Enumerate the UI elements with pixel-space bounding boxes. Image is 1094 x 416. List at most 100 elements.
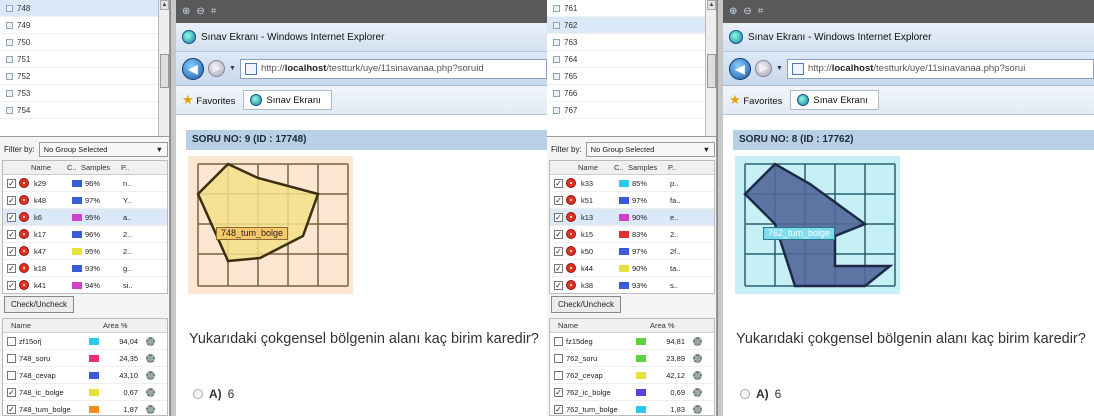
column-header-name[interactable]: Name [3,321,83,330]
gear-icon[interactable] [146,336,155,346]
column-header-area[interactable]: Area % [103,321,128,330]
list-item[interactable]: 749 [0,17,169,34]
area-row[interactable]: zf15orj 94,04 [3,333,167,350]
column-header-c[interactable]: C.. [614,163,628,172]
area-row[interactable]: ✓ 762_ic_bolge 0,69 [550,384,714,401]
group-checkbox[interactable]: ✓ [7,246,16,256]
column-header-name[interactable]: Name [578,163,614,172]
option-a-radio[interactable] [193,389,203,399]
group-row[interactable]: ✓ k6 95% a.. [3,209,167,226]
group-row[interactable]: ✓ k48 97% Y.. [3,192,167,209]
back-button[interactable]: ◀ [729,57,751,80]
column-header-p[interactable]: P.. [121,163,141,172]
group-checkbox[interactable]: ✓ [7,195,16,205]
list-item[interactable]: 761 [547,0,716,17]
group-row[interactable]: ✓ k13 90% e.. [550,209,714,226]
group-filter-dropdown[interactable]: No Group Selected ▼ [585,141,715,157]
scroll-up-icon[interactable]: ▲ [707,0,716,10]
group-checkbox[interactable]: ✓ [7,229,16,239]
group-checkbox[interactable]: ✓ [554,212,563,222]
area-row[interactable]: ✓ 748_tum_bolge 1,87 [3,401,167,415]
forward-button[interactable]: ▶ [755,60,772,77]
group-row[interactable]: ✓ k38 93% s.. [550,277,714,293]
check-uncheck-button[interactable]: Check/Uncheck [4,296,75,313]
option-a[interactable]: A) 6 [193,387,234,401]
area-checkbox[interactable] [554,370,563,380]
item-list-scrollbar[interactable]: ▲ [705,0,716,136]
gear-icon[interactable] [146,370,155,380]
group-filter-dropdown[interactable]: No Group Selected ▼ [38,141,168,157]
group-checkbox[interactable]: ✓ [7,178,16,188]
area-checkbox[interactable]: ✓ [7,404,16,414]
history-dropdown-icon[interactable]: ▼ [229,65,236,72]
group-row[interactable]: ✓ k29 96% n.. [3,175,167,192]
gear-icon[interactable] [693,336,702,346]
gear-icon[interactable] [146,387,155,397]
group-row[interactable]: ✓ k50 97% 2f.. [550,243,714,260]
area-row[interactable]: 748_cevap 43,10 [3,367,167,384]
group-checkbox[interactable]: ✓ [7,263,16,273]
column-header-name[interactable]: Name [31,163,67,172]
area-row[interactable]: ✓ 762_tum_bolge 1,83 [550,401,714,415]
column-header-area[interactable]: Area % [650,321,675,330]
group-row[interactable]: ✓ k17 96% 2.. [3,226,167,243]
list-item[interactable]: 767 [547,102,716,119]
list-item[interactable]: 748 [0,0,169,17]
favorites-button[interactable]: ★ Favorites [729,92,782,108]
area-checkbox[interactable]: ✓ [554,387,563,397]
zoom-in-icon[interactable]: ⊕ [729,6,737,17]
area-row[interactable]: fz15deg 94,81 [550,333,714,350]
column-header-samples[interactable]: Samples [81,163,121,172]
history-dropdown-icon[interactable]: ▼ [776,65,783,72]
group-row[interactable]: ✓ k15 83% 2.. [550,226,714,243]
option-a-radio[interactable] [740,389,750,399]
tab-sinav-ekrani[interactable]: Sınav Ekranı [243,90,332,110]
gear-icon[interactable] [693,353,702,363]
list-item[interactable]: 753 [0,85,169,102]
check-uncheck-button[interactable]: Check/Uncheck [551,296,622,313]
list-item[interactable]: 750 [0,34,169,51]
group-row[interactable]: ✓ k47 95% 2.. [3,243,167,260]
area-checkbox[interactable]: ✓ [7,387,16,397]
url-field[interactable]: http://localhost/testturk/uye/11sinavana… [239,58,547,79]
gear-icon[interactable] [693,370,702,380]
area-row[interactable]: ✓ 748_ic_bolge 0,67 [3,384,167,401]
area-checkbox[interactable] [554,353,563,363]
zoom-out-icon[interactable]: ⊖ [196,6,204,17]
group-checkbox[interactable]: ✓ [554,178,563,188]
area-checkbox[interactable] [7,353,16,363]
scroll-thumb[interactable] [707,54,716,88]
list-item[interactable]: 764 [547,51,716,68]
fit-icon[interactable]: ⌗ [758,6,764,17]
list-item[interactable]: 754 [0,102,169,119]
list-item[interactable]: 751 [0,51,169,68]
group-row[interactable]: ✓ k44 90% ta.. [550,260,714,277]
fit-icon[interactable]: ⌗ [211,6,217,17]
column-header-c[interactable]: C.. [67,163,81,172]
tab-sinav-ekrani[interactable]: Sınav Ekranı [790,90,879,110]
list-item[interactable]: 766 [547,85,716,102]
area-checkbox[interactable]: ✓ [554,404,563,414]
forward-button[interactable]: ▶ [208,60,225,77]
group-checkbox[interactable]: ✓ [554,263,563,273]
scroll-thumb[interactable] [160,54,169,88]
group-checkbox[interactable]: ✓ [7,212,16,222]
item-list-scrollbar[interactable]: ▲ [158,0,169,136]
area-checkbox[interactable] [7,336,16,346]
zoom-in-icon[interactable]: ⊕ [182,6,190,17]
gear-icon[interactable] [693,404,702,414]
favorites-button[interactable]: ★ Favorites [182,92,235,108]
area-row[interactable]: 762_cevap 42,12 [550,367,714,384]
list-item[interactable]: 763 [547,34,716,51]
group-checkbox[interactable]: ✓ [554,280,563,290]
group-checkbox[interactable]: ✓ [554,195,563,205]
list-item[interactable]: 752 [0,68,169,85]
column-header-p[interactable]: P.. [668,163,688,172]
group-checkbox[interactable]: ✓ [554,246,563,256]
back-button[interactable]: ◀ [182,57,204,80]
group-row[interactable]: ✓ k33 85% p.. [550,175,714,192]
scroll-up-icon[interactable]: ▲ [160,0,169,10]
area-checkbox[interactable] [7,370,16,380]
gear-icon[interactable] [146,404,155,414]
url-field[interactable]: http://localhost/testturk/uye/11sinavana… [786,58,1094,79]
